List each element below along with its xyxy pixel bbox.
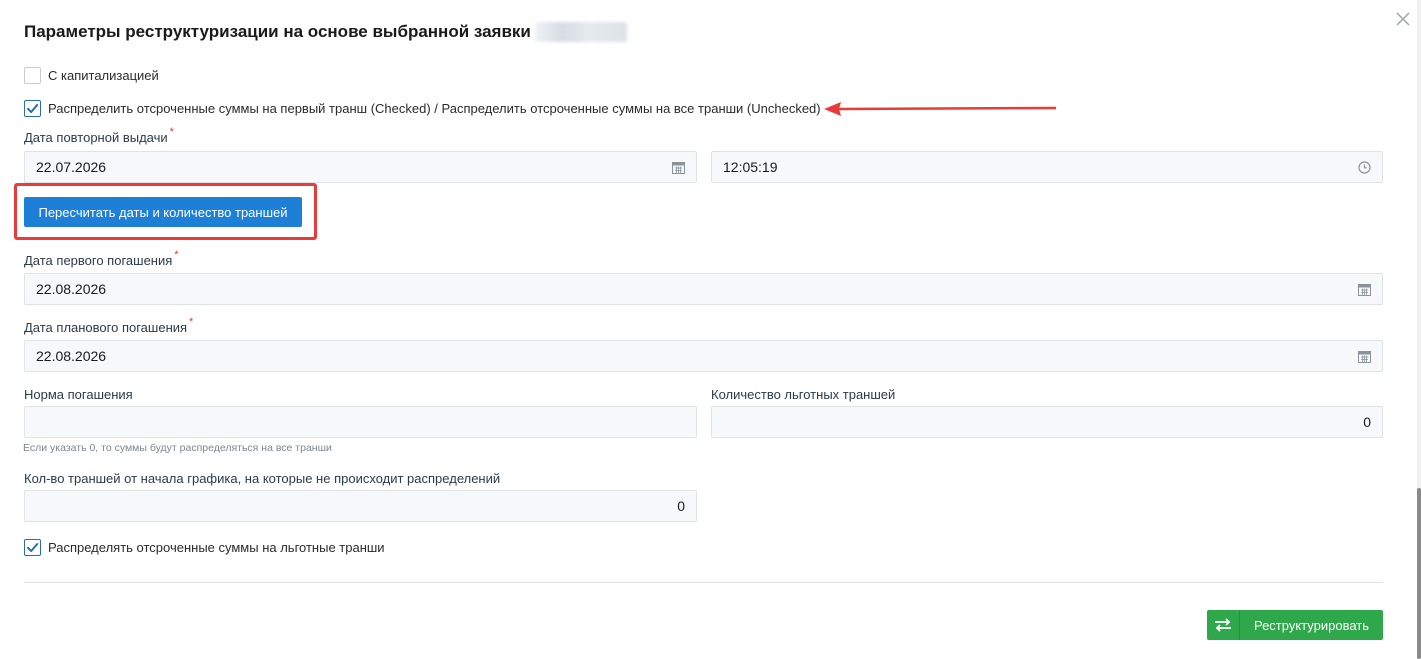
- distribute-first-checkbox-row[interactable]: Распределить отсроченные суммы на первый…: [24, 100, 821, 117]
- required-marker: *: [189, 316, 194, 328]
- grace-tranches-label: Количество льготных траншей: [711, 387, 896, 402]
- skip-tranches-input[interactable]: 0: [24, 490, 697, 522]
- restructure-button-label: Реструктурировать: [1253, 617, 1370, 633]
- repayment-rate-hint: Если указать 0, то суммы будут распредел…: [23, 442, 332, 454]
- reissue-date-label: Дата повторной выдачи *: [24, 126, 174, 145]
- grace-tranches-input[interactable]: 0: [711, 406, 1383, 438]
- check-icon: [27, 543, 39, 552]
- capitalization-label: С капитализацией: [48, 68, 159, 83]
- dialog-title-text: Параметры реструктуризации на основе выб…: [24, 22, 531, 41]
- first-payment-date-label-text: Дата первого погашения: [24, 253, 173, 268]
- planned-payment-date-value: 22.08.2026: [36, 348, 107, 364]
- calendar-icon[interactable]: [1357, 349, 1371, 363]
- first-payment-date-input[interactable]: 22.08.2026: [24, 273, 1383, 305]
- planned-payment-date-label-text: Дата планового погашения: [24, 320, 188, 335]
- check-icon: [27, 104, 39, 113]
- clock-icon[interactable]: [1357, 160, 1371, 174]
- reissue-time-value: 12:05:19: [723, 159, 778, 175]
- reissue-date-label-text: Дата повторной выдачи: [24, 130, 168, 145]
- distribute-grace-label: Распределять отсроченные суммы на льготн…: [48, 540, 385, 555]
- dialog-title: Параметры реструктуризации на основе выб…: [24, 22, 627, 42]
- planned-payment-date-input[interactable]: 22.08.2026: [24, 340, 1383, 372]
- capitalization-checkbox[interactable]: [24, 67, 41, 84]
- skip-tranches-label: Кол-во траншей от начала графика, на кот…: [24, 471, 501, 486]
- redacted-application-id: [534, 22, 627, 42]
- distribute-first-checkbox[interactable]: [24, 100, 41, 117]
- grace-tranches-value: 0: [1363, 414, 1371, 430]
- reissue-date-value: 22.07.2026: [36, 159, 107, 175]
- first-payment-date-value: 22.08.2026: [36, 281, 107, 297]
- distribute-grace-checkbox-row[interactable]: Распределять отсроченные суммы на льготн…: [24, 539, 385, 556]
- footer-divider: [24, 582, 1383, 583]
- capitalization-checkbox-row[interactable]: С капитализацией: [24, 67, 159, 84]
- reissue-time-input[interactable]: 12:05:19: [711, 151, 1383, 183]
- repayment-rate-label: Норма погашения: [24, 387, 133, 402]
- calendar-icon[interactable]: [1357, 282, 1371, 296]
- skip-tranches-value: 0: [677, 498, 685, 514]
- page-scrollbar[interactable]: [1417, 0, 1421, 659]
- close-icon[interactable]: [1396, 12, 1410, 26]
- annotation-arrow: [824, 102, 1057, 116]
- required-marker: *: [169, 126, 174, 138]
- reissue-date-input[interactable]: 22.07.2026: [24, 151, 697, 183]
- restructure-button[interactable]: Реструктурировать: [1207, 610, 1383, 640]
- calendar-icon[interactable]: [671, 160, 685, 174]
- planned-payment-date-label: Дата планового погашения *: [24, 316, 193, 335]
- required-marker: *: [174, 249, 179, 261]
- repayment-rate-input[interactable]: [24, 406, 697, 438]
- swap-arrows-icon: [1207, 610, 1240, 640]
- first-payment-date-label: Дата первого погашения *: [24, 249, 179, 268]
- recalculate-dates-button[interactable]: Пересчитать даты и количество траншей: [24, 197, 302, 227]
- distribute-grace-checkbox[interactable]: [24, 539, 41, 556]
- distribute-first-label: Распределить отсроченные суммы на первый…: [48, 101, 821, 116]
- scrollbar-thumb[interactable]: [1417, 488, 1421, 659]
